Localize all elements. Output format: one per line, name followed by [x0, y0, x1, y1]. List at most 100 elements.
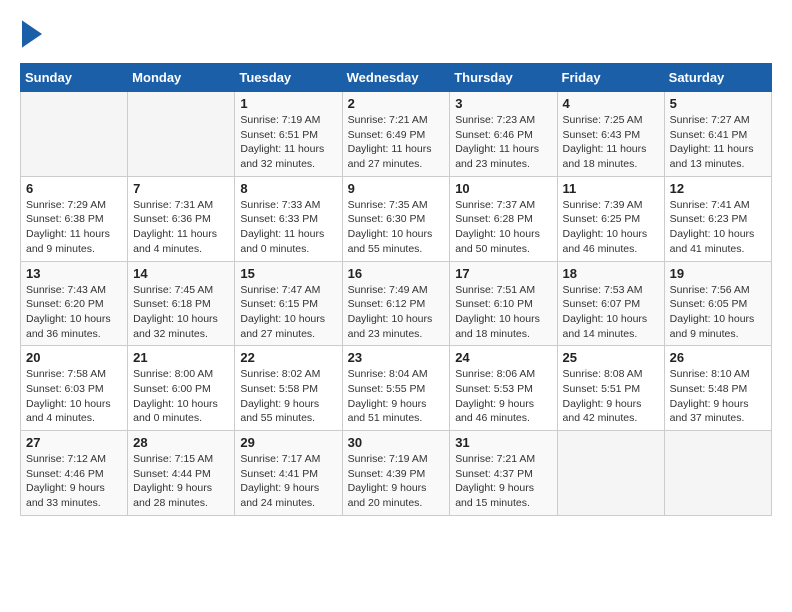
day-number: 3: [455, 96, 551, 111]
day-cell: 30 Sunrise: 7:19 AM Sunset: 4:39 PM Dayli…: [342, 431, 450, 516]
day-info: Sunrise: 7:41 AM Sunset: 6:23 PM Dayligh…: [670, 198, 766, 257]
day-cell: 10Sunrise: 7:37 AM Sunset: 6:28 PM Dayli…: [450, 176, 557, 261]
day-cell: 27 Sunrise: 7:12 AM Sunset: 4:46 PM Dayli…: [21, 431, 128, 516]
column-header-monday: Monday: [128, 64, 235, 92]
day-number: 24: [455, 350, 551, 365]
day-cell: [21, 92, 128, 177]
day-info: Sunrise: 7:39 AM Sunset: 6:25 PM Dayligh…: [563, 198, 659, 257]
day-number: 22: [240, 350, 336, 365]
day-number: 21: [133, 350, 229, 365]
day-number: 16: [348, 266, 445, 281]
day-number: 4: [563, 96, 659, 111]
day-cell: 9 Sunrise: 7:35 AM Sunset: 6:30 PM Daylig…: [342, 176, 450, 261]
week-row-2: 6 Sunrise: 7:29 AM Sunset: 6:38 PM Daylig…: [21, 176, 772, 261]
day-info: Sunrise: 8:00 AM Sunset: 6:00 PM Dayligh…: [133, 367, 229, 426]
day-cell: 16 Sunrise: 7:49 AM Sunset: 6:12 PM Dayli…: [342, 261, 450, 346]
day-cell: 20Sunrise: 7:58 AM Sunset: 6:03 PM Dayli…: [21, 346, 128, 431]
day-number: 13: [26, 266, 122, 281]
day-info: Sunrise: 7:29 AM Sunset: 6:38 PM Dayligh…: [26, 198, 122, 257]
day-info: Sunrise: 7:51 AM Sunset: 6:10 PM Dayligh…: [455, 283, 551, 342]
day-cell: 4 Sunrise: 7:25 AM Sunset: 6:43 PM Daylig…: [557, 92, 664, 177]
week-row-4: 20Sunrise: 7:58 AM Sunset: 6:03 PM Dayli…: [21, 346, 772, 431]
day-cell: 7Sunrise: 7:31 AM Sunset: 6:36 PM Daylig…: [128, 176, 235, 261]
day-info: Sunrise: 7:12 AM Sunset: 4:46 PM Dayligh…: [26, 452, 122, 511]
day-cell: 12 Sunrise: 7:41 AM Sunset: 6:23 PM Dayli…: [664, 176, 771, 261]
day-number: 12: [670, 181, 766, 196]
day-info: Sunrise: 7:17 AM Sunset: 4:41 PM Dayligh…: [240, 452, 336, 511]
day-cell: 2 Sunrise: 7:21 AM Sunset: 6:49 PM Daylig…: [342, 92, 450, 177]
day-cell: 25 Sunrise: 8:08 AM Sunset: 5:51 PM Dayli…: [557, 346, 664, 431]
day-info: Sunrise: 7:45 AM Sunset: 6:18 PM Dayligh…: [133, 283, 229, 342]
day-cell: 1 Sunrise: 7:19 AM Sunset: 6:51 PM Daylig…: [235, 92, 342, 177]
day-cell: [664, 431, 771, 516]
day-number: 25: [563, 350, 659, 365]
week-row-1: 1 Sunrise: 7:19 AM Sunset: 6:51 PM Daylig…: [21, 92, 772, 177]
logo-icon: [22, 20, 42, 48]
day-info: Sunrise: 7:37 AM Sunset: 6:28 PM Dayligh…: [455, 198, 551, 257]
day-cell: 17 Sunrise: 7:51 AM Sunset: 6:10 PM Dayli…: [450, 261, 557, 346]
day-info: Sunrise: 7:15 AM Sunset: 4:44 PM Dayligh…: [133, 452, 229, 511]
day-info: Sunrise: 7:31 AM Sunset: 6:36 PM Dayligh…: [133, 198, 229, 257]
logo: [20, 20, 42, 53]
day-info: Sunrise: 8:10 AM Sunset: 5:48 PM Dayligh…: [670, 367, 766, 426]
day-info: Sunrise: 7:21 AM Sunset: 6:49 PM Dayligh…: [348, 113, 445, 172]
day-info: Sunrise: 7:19 AM Sunset: 6:51 PM Dayligh…: [240, 113, 336, 172]
day-number: 2: [348, 96, 445, 111]
day-number: 18: [563, 266, 659, 281]
column-header-friday: Friday: [557, 64, 664, 92]
day-number: 27: [26, 435, 122, 450]
day-cell: 29 Sunrise: 7:17 AM Sunset: 4:41 PM Dayli…: [235, 431, 342, 516]
column-header-thursday: Thursday: [450, 64, 557, 92]
day-number: 29: [240, 435, 336, 450]
column-header-sunday: Sunday: [21, 64, 128, 92]
day-number: 31: [455, 435, 551, 450]
day-info: Sunrise: 7:35 AM Sunset: 6:30 PM Dayligh…: [348, 198, 445, 257]
day-cell: [557, 431, 664, 516]
day-cell: 6 Sunrise: 7:29 AM Sunset: 6:38 PM Daylig…: [21, 176, 128, 261]
day-cell: 31Sunrise: 7:21 AM Sunset: 4:37 PM Dayli…: [450, 431, 557, 516]
day-cell: 3 Sunrise: 7:23 AM Sunset: 6:46 PM Daylig…: [450, 92, 557, 177]
day-number: 1: [240, 96, 336, 111]
column-header-wednesday: Wednesday: [342, 64, 450, 92]
day-info: Sunrise: 8:06 AM Sunset: 5:53 PM Dayligh…: [455, 367, 551, 426]
day-number: 23: [348, 350, 445, 365]
day-number: 15: [240, 266, 336, 281]
day-info: Sunrise: 8:02 AM Sunset: 5:58 PM Dayligh…: [240, 367, 336, 426]
day-number: 28: [133, 435, 229, 450]
day-info: Sunrise: 7:33 AM Sunset: 6:33 PM Dayligh…: [240, 198, 336, 257]
day-info: Sunrise: 8:04 AM Sunset: 5:55 PM Dayligh…: [348, 367, 445, 426]
day-cell: 8 Sunrise: 7:33 AM Sunset: 6:33 PM Daylig…: [235, 176, 342, 261]
header-row: SundayMondayTuesdayWednesdayThursdayFrid…: [21, 64, 772, 92]
day-info: Sunrise: 7:27 AM Sunset: 6:41 PM Dayligh…: [670, 113, 766, 172]
day-number: 5: [670, 96, 766, 111]
day-info: Sunrise: 7:49 AM Sunset: 6:12 PM Dayligh…: [348, 283, 445, 342]
day-number: 9: [348, 181, 445, 196]
day-cell: 18 Sunrise: 7:53 AM Sunset: 6:07 PM Dayli…: [557, 261, 664, 346]
day-info: Sunrise: 8:08 AM Sunset: 5:51 PM Dayligh…: [563, 367, 659, 426]
day-number: 30: [348, 435, 445, 450]
week-row-5: 27 Sunrise: 7:12 AM Sunset: 4:46 PM Dayli…: [21, 431, 772, 516]
calendar-table: SundayMondayTuesdayWednesdayThursdayFrid…: [20, 63, 772, 516]
day-cell: 19 Sunrise: 7:56 AM Sunset: 6:05 PM Dayli…: [664, 261, 771, 346]
day-info: Sunrise: 7:25 AM Sunset: 6:43 PM Dayligh…: [563, 113, 659, 172]
day-cell: 13Sunrise: 7:43 AM Sunset: 6:20 PM Dayli…: [21, 261, 128, 346]
day-info: Sunrise: 7:56 AM Sunset: 6:05 PM Dayligh…: [670, 283, 766, 342]
day-number: 19: [670, 266, 766, 281]
day-number: 11: [563, 181, 659, 196]
day-number: 6: [26, 181, 122, 196]
column-header-saturday: Saturday: [664, 64, 771, 92]
day-cell: 22 Sunrise: 8:02 AM Sunset: 5:58 PM Dayli…: [235, 346, 342, 431]
week-row-3: 13Sunrise: 7:43 AM Sunset: 6:20 PM Dayli…: [21, 261, 772, 346]
day-info: Sunrise: 7:23 AM Sunset: 6:46 PM Dayligh…: [455, 113, 551, 172]
day-info: Sunrise: 7:19 AM Sunset: 4:39 PM Dayligh…: [348, 452, 445, 511]
day-number: 17: [455, 266, 551, 281]
day-cell: 24 Sunrise: 8:06 AM Sunset: 5:53 PM Dayli…: [450, 346, 557, 431]
day-cell: 5 Sunrise: 7:27 AM Sunset: 6:41 PM Daylig…: [664, 92, 771, 177]
day-number: 26: [670, 350, 766, 365]
day-number: 14: [133, 266, 229, 281]
day-number: 8: [240, 181, 336, 196]
day-info: Sunrise: 7:58 AM Sunset: 6:03 PM Dayligh…: [26, 367, 122, 426]
day-cell: 21 Sunrise: 8:00 AM Sunset: 6:00 PM Dayli…: [128, 346, 235, 431]
page-header: [20, 20, 772, 53]
day-info: Sunrise: 7:53 AM Sunset: 6:07 PM Dayligh…: [563, 283, 659, 342]
